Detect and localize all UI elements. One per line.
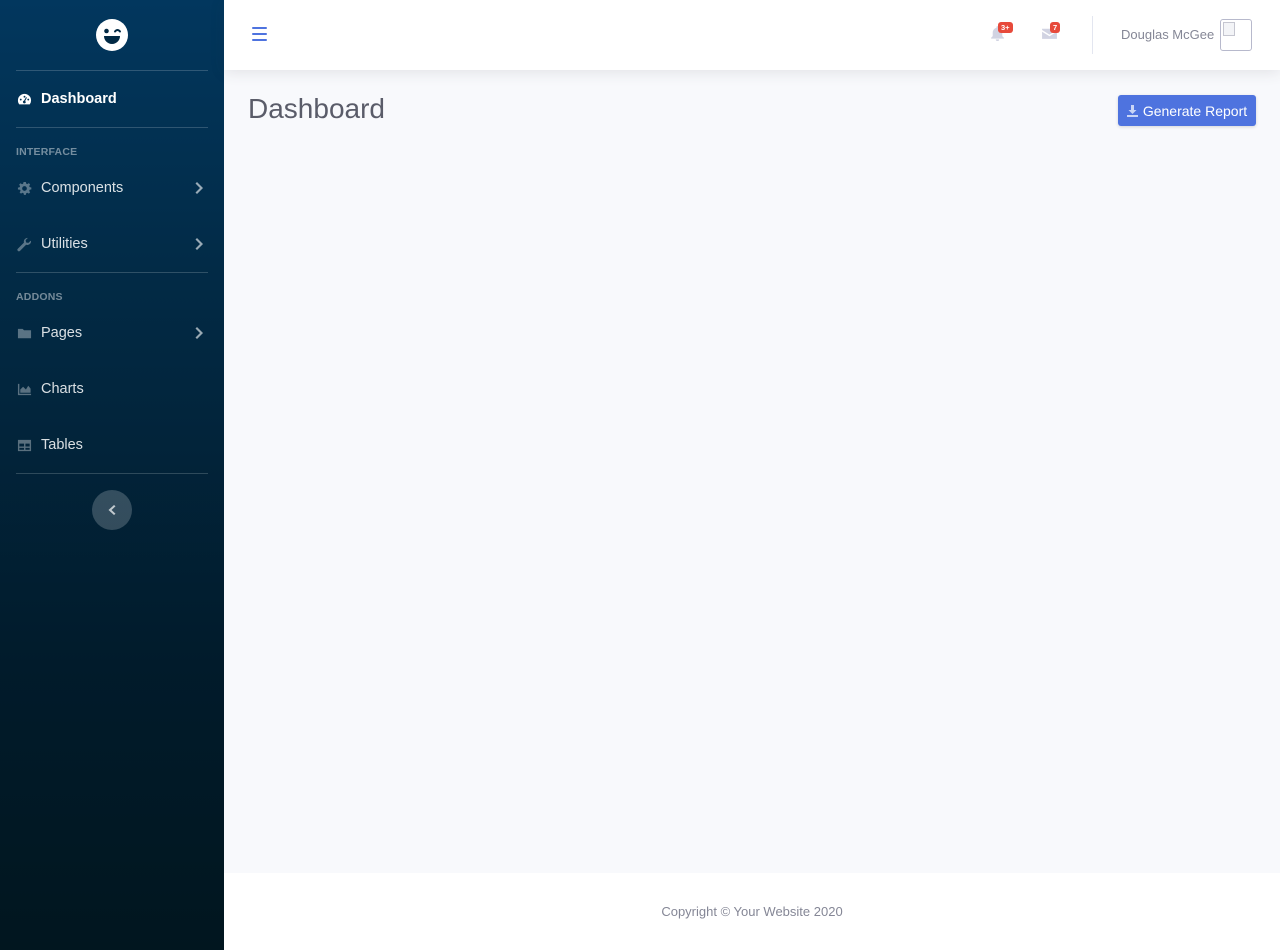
chevron-right-icon bbox=[195, 182, 204, 194]
sidebar-item-label: Dashboard bbox=[41, 91, 117, 107]
download-icon bbox=[1126, 104, 1138, 117]
alerts-dropdown[interactable]: 3+ bbox=[989, 22, 1013, 43]
laugh-wink-icon bbox=[96, 19, 128, 51]
alerts-badge: 3+ bbox=[998, 22, 1013, 33]
messages-badge: 7 bbox=[1050, 22, 1061, 33]
table-icon bbox=[16, 437, 32, 453]
menu-toggle-icon[interactable] bbox=[252, 27, 267, 41]
sidebar-item-pages[interactable]: Pages bbox=[0, 305, 224, 361]
chevron-left-icon bbox=[108, 505, 116, 515]
sidebar-item-dashboard[interactable]: Dashboard bbox=[0, 71, 224, 127]
sidebar: Dashboard INTERFACE Components Utilities… bbox=[0, 0, 224, 950]
sidebar-item-utilities[interactable]: Utilities bbox=[0, 216, 224, 272]
generate-report-button[interactable]: Generate Report bbox=[1118, 95, 1256, 126]
sidebar-item-tables[interactable]: Tables bbox=[0, 417, 224, 473]
page-title: Dashboard bbox=[248, 93, 385, 124]
sidebar-item-label: Charts bbox=[41, 381, 84, 397]
sidebar-heading-interface: INTERFACE bbox=[16, 146, 78, 158]
chevron-right-icon bbox=[195, 327, 204, 339]
sidebar-heading-addons: ADDONS bbox=[16, 291, 63, 303]
sidebar-brand[interactable] bbox=[0, 0, 224, 70]
wrench-icon bbox=[16, 236, 32, 252]
copyright-text: Copyright © Your Website 2020 bbox=[661, 904, 843, 919]
avatar[interactable] bbox=[1220, 19, 1252, 51]
sidebar-toggle-wrap bbox=[0, 474, 224, 530]
sidebar-item-charts[interactable]: Charts bbox=[0, 361, 224, 417]
chevron-right-icon bbox=[195, 238, 204, 250]
sidebar-toggle-button[interactable] bbox=[92, 490, 132, 530]
sidebar-item-label: Pages bbox=[41, 325, 83, 341]
sidebar-item-components[interactable]: Components bbox=[0, 160, 224, 216]
gear-icon bbox=[16, 180, 32, 196]
user-name[interactable]: Douglas McGee bbox=[1121, 27, 1214, 42]
sidebar-item-label: Tables bbox=[41, 437, 83, 453]
footer: Copyright © Your Website 2020 bbox=[224, 873, 1280, 950]
messages-dropdown[interactable]: 7 bbox=[1041, 22, 1061, 43]
area-chart-icon bbox=[16, 381, 32, 397]
tachometer-icon bbox=[16, 91, 32, 107]
folder-icon bbox=[16, 325, 32, 341]
sidebar-item-label: Components bbox=[41, 180, 124, 196]
generate-report-label: Generate Report bbox=[1142, 102, 1248, 119]
topbar-divider bbox=[1092, 16, 1093, 54]
sidebar-item-label: Utilities bbox=[41, 236, 88, 252]
topbar: 3+ 7 Douglas McGee bbox=[224, 0, 1280, 70]
